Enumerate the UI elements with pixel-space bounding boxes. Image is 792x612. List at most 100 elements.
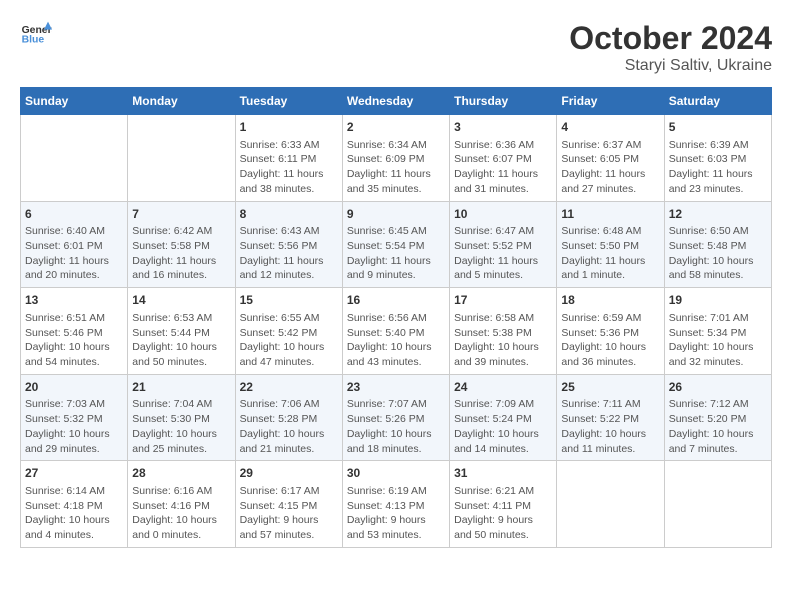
calendar-cell: 13Sunrise: 6:51 AMSunset: 5:46 PMDayligh… [21, 288, 128, 375]
calendar-week-5: 27 Sunrise: 6:14 AMSunset: 4:18 PMDayligh… [21, 461, 772, 548]
day-number: 28 [132, 465, 230, 482]
calendar-cell: 2 Sunrise: 6:34 AMSunset: 6:09 PMDaylight… [342, 115, 449, 202]
weekday-header-wednesday: Wednesday [342, 88, 449, 115]
calendar-cell: 20Sunrise: 7:03 AMSunset: 5:32 PMDayligh… [21, 374, 128, 461]
calendar-week-3: 13Sunrise: 6:51 AMSunset: 5:46 PMDayligh… [21, 288, 772, 375]
day-info: Sunrise: 7:09 AMSunset: 5:24 PMDaylight:… [454, 397, 552, 456]
day-info: Sunrise: 6:14 AMSunset: 4:18 PMDaylight:… [25, 484, 123, 543]
day-info: Sunrise: 7:07 AMSunset: 5:26 PMDaylight:… [347, 397, 445, 456]
day-number: 18 [561, 292, 659, 309]
day-info: Sunrise: 6:37 AMSunset: 6:05 PMDaylight:… [561, 138, 659, 197]
location-subtitle: Staryi Saltiv, Ukraine [569, 57, 772, 75]
calendar-week-2: 6Sunrise: 6:40 AMSunset: 6:01 PMDaylight… [21, 201, 772, 288]
calendar-cell: 12Sunrise: 6:50 AMSunset: 5:48 PMDayligh… [664, 201, 771, 288]
day-number: 22 [240, 379, 338, 396]
calendar-cell: 7Sunrise: 6:42 AMSunset: 5:58 PMDaylight… [128, 201, 235, 288]
logo: General Blue [20, 20, 52, 48]
calendar-cell: 10Sunrise: 6:47 AMSunset: 5:52 PMDayligh… [450, 201, 557, 288]
day-info: Sunrise: 6:56 AMSunset: 5:40 PMDaylight:… [347, 311, 445, 370]
day-number: 16 [347, 292, 445, 309]
day-info: Sunrise: 7:11 AMSunset: 5:22 PMDaylight:… [561, 397, 659, 456]
calendar-cell: 1Sunrise: 6:33 AMSunset: 6:11 PMDaylight… [235, 115, 342, 202]
day-number: 5 [669, 119, 767, 136]
day-number: 20 [25, 379, 123, 396]
day-info: Sunrise: 6:19 AMSunset: 4:13 PMDaylight:… [347, 484, 445, 543]
day-info: Sunrise: 6:36 AMSunset: 6:07 PMDaylight:… [454, 138, 552, 197]
day-number: 21 [132, 379, 230, 396]
day-info: Sunrise: 6:53 AMSunset: 5:44 PMDaylight:… [132, 311, 230, 370]
calendar-cell: 23Sunrise: 7:07 AMSunset: 5:26 PMDayligh… [342, 374, 449, 461]
day-number: 14 [132, 292, 230, 309]
calendar-cell: 9Sunrise: 6:45 AMSunset: 5:54 PMDaylight… [342, 201, 449, 288]
logo-icon: General Blue [20, 20, 52, 48]
calendar-cell: 31 Sunrise: 6:21 AMSunset: 4:11 PMDayligh… [450, 461, 557, 548]
calendar-cell: 11Sunrise: 6:48 AMSunset: 5:50 PMDayligh… [557, 201, 664, 288]
day-number: 19 [669, 292, 767, 309]
day-number: 3 [454, 119, 552, 136]
weekday-header-monday: Monday [128, 88, 235, 115]
calendar-cell: 21Sunrise: 7:04 AMSunset: 5:30 PMDayligh… [128, 374, 235, 461]
day-info: Sunrise: 7:01 AMSunset: 5:34 PMDaylight:… [669, 311, 767, 370]
day-info: Sunrise: 6:43 AMSunset: 5:56 PMDaylight:… [240, 224, 338, 283]
calendar-cell: 27 Sunrise: 6:14 AMSunset: 4:18 PMDayligh… [21, 461, 128, 548]
day-info: Sunrise: 6:33 AMSunset: 6:11 PMDaylight:… [240, 138, 338, 197]
calendar-header-row: SundayMondayTuesdayWednesdayThursdayFrid… [21, 88, 772, 115]
day-number: 6 [25, 206, 123, 223]
calendar-cell: 25Sunrise: 7:11 AMSunset: 5:22 PMDayligh… [557, 374, 664, 461]
calendar-cell: 8Sunrise: 6:43 AMSunset: 5:56 PMDaylight… [235, 201, 342, 288]
day-number: 7 [132, 206, 230, 223]
day-number: 2 [347, 119, 445, 136]
weekday-header-tuesday: Tuesday [235, 88, 342, 115]
day-number: 4 [561, 119, 659, 136]
calendar-cell: 14 Sunrise: 6:53 AMSunset: 5:44 PMDayligh… [128, 288, 235, 375]
page-header: General Blue October 2024 Staryi Saltiv,… [20, 20, 772, 75]
calendar-cell: 16 Sunrise: 6:56 AMSunset: 5:40 PMDayligh… [342, 288, 449, 375]
day-number: 27 [25, 465, 123, 482]
weekday-header-thursday: Thursday [450, 88, 557, 115]
day-info: Sunrise: 7:04 AMSunset: 5:30 PMDaylight:… [132, 397, 230, 456]
day-info: Sunrise: 7:03 AMSunset: 5:32 PMDaylight:… [25, 397, 123, 456]
day-number: 17 [454, 292, 552, 309]
calendar-table: SundayMondayTuesdayWednesdayThursdayFrid… [20, 87, 772, 548]
day-number: 25 [561, 379, 659, 396]
title-block: October 2024 Staryi Saltiv, Ukraine [569, 20, 772, 75]
month-year-title: October 2024 [569, 20, 772, 57]
day-number: 23 [347, 379, 445, 396]
calendar-cell: 19 Sunrise: 7:01 AMSunset: 5:34 PMDayligh… [664, 288, 771, 375]
calendar-cell: 30 Sunrise: 6:19 AMSunset: 4:13 PMDayligh… [342, 461, 449, 548]
day-number: 31 [454, 465, 552, 482]
day-info: Sunrise: 6:42 AMSunset: 5:58 PMDaylight:… [132, 224, 230, 283]
calendar-cell: 5Sunrise: 6:39 AMSunset: 6:03 PMDaylight… [664, 115, 771, 202]
calendar-week-4: 20Sunrise: 7:03 AMSunset: 5:32 PMDayligh… [21, 374, 772, 461]
day-info: Sunrise: 6:40 AMSunset: 6:01 PMDaylight:… [25, 224, 123, 283]
day-number: 24 [454, 379, 552, 396]
day-number: 12 [669, 206, 767, 223]
day-info: Sunrise: 6:21 AMSunset: 4:11 PMDaylight:… [454, 484, 552, 543]
day-info: Sunrise: 6:34 AMSunset: 6:09 PMDaylight:… [347, 138, 445, 197]
calendar-cell: 26Sunrise: 7:12 AMSunset: 5:20 PMDayligh… [664, 374, 771, 461]
calendar-cell [21, 115, 128, 202]
calendar-cell: 28Sunrise: 6:16 AMSunset: 4:16 PMDayligh… [128, 461, 235, 548]
day-info: Sunrise: 6:45 AMSunset: 5:54 PMDaylight:… [347, 224, 445, 283]
calendar-cell: 15Sunrise: 6:55 AMSunset: 5:42 PMDayligh… [235, 288, 342, 375]
weekday-header-sunday: Sunday [21, 88, 128, 115]
day-info: Sunrise: 6:59 AMSunset: 5:36 PMDaylight:… [561, 311, 659, 370]
day-number: 30 [347, 465, 445, 482]
day-number: 8 [240, 206, 338, 223]
calendar-cell: 3 Sunrise: 6:36 AMSunset: 6:07 PMDaylight… [450, 115, 557, 202]
calendar-cell: 18 Sunrise: 6:59 AMSunset: 5:36 PMDayligh… [557, 288, 664, 375]
day-info: Sunrise: 7:06 AMSunset: 5:28 PMDaylight:… [240, 397, 338, 456]
day-info: Sunrise: 6:50 AMSunset: 5:48 PMDaylight:… [669, 224, 767, 283]
weekday-header-friday: Friday [557, 88, 664, 115]
calendar-cell: 24Sunrise: 7:09 AMSunset: 5:24 PMDayligh… [450, 374, 557, 461]
day-number: 9 [347, 206, 445, 223]
day-number: 26 [669, 379, 767, 396]
day-info: Sunrise: 6:48 AMSunset: 5:50 PMDaylight:… [561, 224, 659, 283]
day-info: Sunrise: 6:17 AMSunset: 4:15 PMDaylight:… [240, 484, 338, 543]
day-number: 11 [561, 206, 659, 223]
day-number: 10 [454, 206, 552, 223]
day-number: 13 [25, 292, 123, 309]
calendar-cell [557, 461, 664, 548]
calendar-cell: 4 Sunrise: 6:37 AMSunset: 6:05 PMDaylight… [557, 115, 664, 202]
calendar-cell: 22Sunrise: 7:06 AMSunset: 5:28 PMDayligh… [235, 374, 342, 461]
